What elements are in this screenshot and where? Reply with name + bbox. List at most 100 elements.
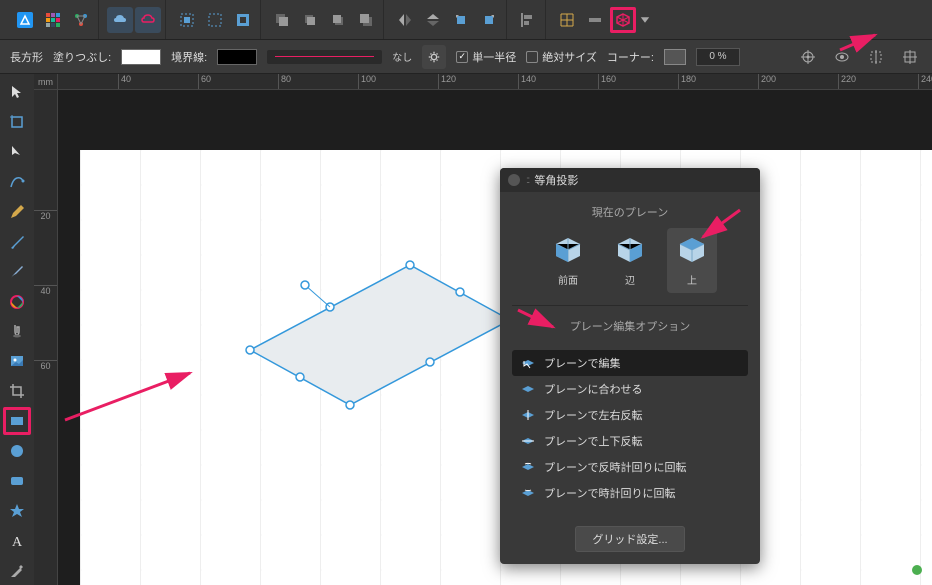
persona-button[interactable]: [12, 7, 38, 33]
option-label: プレーンで反時計回りに回転: [544, 459, 686, 475]
select-all-icon[interactable]: [174, 7, 200, 33]
option-rotate-ccw[interactable]: プレーンで反時計回りに回転: [512, 454, 748, 480]
flip-h-icon[interactable]: [392, 7, 418, 33]
convert-curves-icon[interactable]: [898, 45, 922, 69]
context-bar: 長方形 塗りつぶし: 境界線: なし 単一半径 絶対サイズ コーナー:: [0, 40, 932, 74]
corner-value-input[interactable]: [696, 48, 740, 66]
corner-type-selector[interactable]: [664, 49, 686, 65]
cloud-sync-icon[interactable]: [135, 7, 161, 33]
left-tool-panel: A: [0, 74, 34, 585]
ruler-tick: 120: [438, 74, 456, 89]
pencil-tool[interactable]: [3, 198, 31, 226]
options-label: プレーン編集オプション: [500, 306, 760, 342]
arrange-forward-icon[interactable]: [325, 7, 351, 33]
stroke-none-label: なし: [392, 49, 412, 64]
rectangle-tool[interactable]: [3, 407, 31, 435]
abs-size-checkbox[interactable]: [526, 51, 538, 63]
ruler-tick: 220: [838, 74, 856, 89]
ruler-tick: 60: [198, 74, 211, 89]
brush-tool[interactable]: [3, 228, 31, 256]
paint-brush-tool[interactable]: [3, 258, 31, 286]
plane-front[interactable]: 前面: [543, 228, 593, 293]
ruler-tick: 200: [758, 74, 776, 89]
ruler-tick: 80: [278, 74, 291, 89]
stroke-label: 境界線:: [171, 49, 207, 65]
stroke-swatch[interactable]: [217, 49, 257, 65]
vertical-ruler[interactable]: 20 40 60: [34, 90, 58, 585]
deselect-icon[interactable]: [202, 7, 228, 33]
ruler-tick: 100: [358, 74, 376, 89]
pen-tool[interactable]: [3, 168, 31, 196]
ruler-tick: 140: [518, 74, 536, 89]
option-label: プレーンで左右反転: [544, 407, 642, 423]
ruler-unit-label: mm: [34, 74, 58, 90]
preview-icon[interactable]: [830, 45, 854, 69]
panel-header[interactable]: ::: 等角投影: [500, 168, 760, 192]
snapping-icon[interactable]: [554, 7, 580, 33]
eyedropper-tool[interactable]: [3, 557, 31, 585]
share-icon[interactable]: [68, 7, 94, 33]
panel-drag-icon[interactable]: :::: [526, 175, 528, 186]
option-flip-v[interactable]: プレーンで上下反転: [512, 428, 748, 454]
arrange-back-icon[interactable]: [269, 7, 295, 33]
plane-side[interactable]: 辺: [605, 228, 655, 293]
ruler-tick: 40: [34, 285, 57, 296]
ruler-tick: 40: [118, 74, 131, 89]
align-left-icon[interactable]: [515, 7, 541, 33]
grid-settings-button[interactable]: グリッド設定...: [575, 526, 684, 552]
option-label: プレーンで上下反転: [544, 433, 642, 449]
stroke-options-button[interactable]: [422, 45, 446, 69]
node-tool[interactable]: [3, 138, 31, 166]
option-flip-h[interactable]: プレーンで左右反転: [512, 402, 748, 428]
top-toolbar: [0, 0, 932, 40]
abs-size-label: 絶対サイズ: [542, 49, 597, 65]
plane-top[interactable]: 上: [667, 228, 717, 293]
crop-tool[interactable]: [3, 377, 31, 405]
star-tool[interactable]: [3, 497, 31, 525]
selected-rectangle[interactable]: [240, 250, 520, 430]
place-image-tool[interactable]: [3, 347, 31, 375]
panel-title: 等角投影: [534, 172, 578, 188]
option-rotate-cw[interactable]: プレーンで時計回りに回転: [512, 480, 748, 506]
ruler-tick: 180: [678, 74, 696, 89]
plane-label: 上: [687, 272, 697, 287]
option-fit-to-plane[interactable]: プレーンに合わせる: [512, 376, 748, 402]
rotate-ccw-icon[interactable]: [448, 7, 474, 33]
option-label: プレーンで編集: [544, 355, 620, 371]
ruler-tick: 160: [598, 74, 616, 89]
invert-selection-icon[interactable]: [230, 7, 256, 33]
artboard-tool[interactable]: [3, 108, 31, 136]
rounded-rect-tool[interactable]: [3, 467, 31, 495]
rotate-cw-icon[interactable]: [476, 7, 502, 33]
svg-text:A: A: [12, 535, 23, 550]
arrange-front-icon[interactable]: [353, 7, 379, 33]
text-tool[interactable]: A: [3, 527, 31, 555]
transform-origin-icon[interactable]: [796, 45, 820, 69]
panel-close-button[interactable]: [508, 174, 520, 186]
shape-type-label: 長方形: [10, 49, 43, 65]
plane-label: 前面: [558, 272, 578, 287]
isometric-icon[interactable]: [610, 7, 636, 33]
option-edit-in-plane[interactable]: プレーンで編集: [512, 350, 748, 376]
plane-label: 辺: [625, 272, 635, 287]
fill-tool[interactable]: [3, 318, 31, 346]
ruler-tick: 240: [918, 74, 932, 89]
single-radius-checkbox[interactable]: [456, 51, 468, 63]
snap-options-icon[interactable]: [582, 7, 608, 33]
horizontal-ruler[interactable]: 40 60 80 100 120 140 160 180 200 220 240: [58, 74, 932, 90]
arrange-backward-icon[interactable]: [297, 7, 323, 33]
ruler-tick: 60: [34, 360, 57, 371]
hide-selection-icon[interactable]: [864, 45, 888, 69]
fill-swatch[interactable]: [121, 49, 161, 65]
dropdown-arrow-icon[interactable]: [638, 7, 652, 33]
move-tool[interactable]: [3, 78, 31, 106]
canvas[interactable]: [58, 90, 932, 585]
cloud-upload-icon[interactable]: [107, 7, 133, 33]
annotation-dot: [912, 565, 922, 575]
flip-v-icon[interactable]: [420, 7, 446, 33]
launcher-icon[interactable]: [40, 7, 66, 33]
ellipse-tool[interactable]: [3, 437, 31, 465]
stroke-width-slider[interactable]: [267, 50, 382, 64]
color-picker-tool[interactable]: [3, 288, 31, 316]
corner-label: コーナー:: [607, 49, 654, 65]
